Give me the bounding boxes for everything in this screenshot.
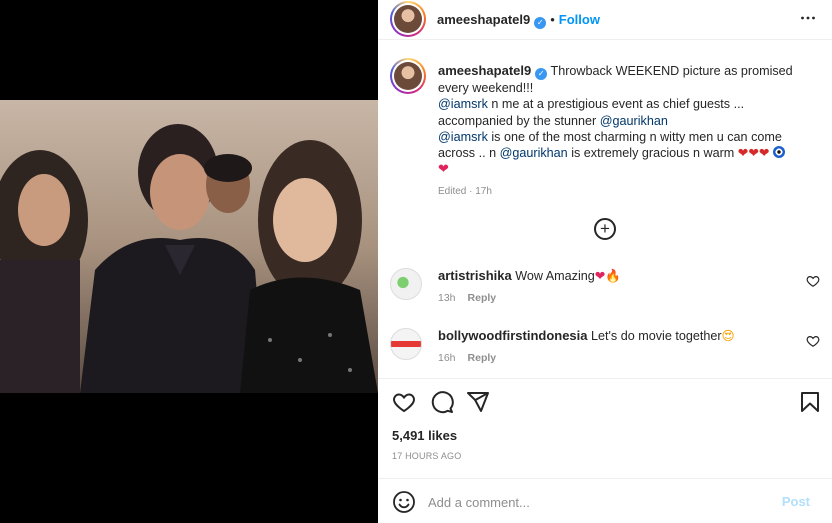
fire-emoji: 🔥: [605, 269, 622, 283]
broken-heart-emoji: ❤: [748, 146, 759, 161]
mention-iamsrk-2[interactable]: @iamsrk: [438, 130, 488, 144]
more-icon[interactable]: [800, 10, 816, 26]
caption-line-3-end: is extremely gracious n warm: [567, 146, 735, 161]
red-heart-emoji: ❤: [438, 161, 449, 177]
caption-username[interactable]: ameeshapatel9: [438, 63, 531, 78]
post-media[interactable]: [0, 0, 378, 523]
mention-iamsrk[interactable]: @iamsrk: [438, 97, 488, 111]
reply-button[interactable]: Reply: [468, 292, 497, 304]
broken-heart-emoji: ❤: [758, 146, 770, 161]
divider: [378, 378, 832, 379]
comment-input[interactable]: [428, 492, 768, 512]
emoji-icon[interactable]: [392, 490, 416, 514]
header-meta: ameeshapatel9 ✓ • Follow: [437, 12, 600, 29]
verified-icon: ✓: [534, 17, 547, 29]
heart-icon[interactable]: [806, 274, 820, 288]
smiling-emoji: 😍: [721, 329, 735, 343]
reply-button[interactable]: Reply: [468, 352, 497, 364]
mention-gaurikhan[interactable]: @gaurikhan: [600, 114, 668, 128]
bookmark-icon[interactable]: [798, 390, 822, 414]
likes-count[interactable]: 5,491 likes: [392, 428, 457, 443]
mention-gaurikhan-2[interactable]: @gaurikhan: [500, 146, 568, 160]
author-avatar[interactable]: [390, 1, 426, 37]
post-time: 17 HOURS AGO: [392, 451, 462, 461]
broken-heart-emoji: ❤: [737, 146, 749, 161]
heart-emoji: ❤: [594, 269, 606, 283]
post-photo: [0, 100, 378, 393]
separator-dot: •: [550, 12, 555, 27]
comment-composer: Post: [378, 478, 832, 523]
commenter-username[interactable]: bollywoodfirstindonesia: [438, 328, 588, 343]
comment-time: 13h: [438, 292, 456, 304]
commenter-username[interactable]: artistrishika: [438, 268, 512, 283]
commenter-avatar[interactable]: [390, 268, 422, 300]
heart-icon[interactable]: [392, 390, 416, 414]
post-button[interactable]: Post: [782, 494, 810, 509]
heart-icon[interactable]: [806, 334, 820, 348]
post-details-panel: ameeshapatel9 ✓ • Follow ameeshapatel9 ✓ Thr…: [378, 0, 832, 523]
action-bar: [392, 390, 822, 416]
comment-icon[interactable]: [430, 390, 454, 414]
edited-timestamp: Edited · 17h: [438, 185, 492, 197]
share-icon[interactable]: [466, 390, 490, 414]
comment-time: 16h: [438, 352, 456, 364]
nazar-emoji: [772, 146, 785, 159]
caption-avatar[interactable]: [390, 58, 426, 94]
comment-text: Wow Amazing: [515, 269, 595, 283]
plus-circle-icon[interactable]: +: [594, 218, 616, 240]
author-username[interactable]: ameeshapatel9: [437, 12, 530, 27]
post-header: ameeshapatel9 ✓ • Follow: [378, 0, 832, 40]
follow-button[interactable]: Follow: [559, 12, 600, 27]
verified-icon: ✓: [535, 68, 548, 80]
comment-text: Let's do movie together: [591, 329, 722, 343]
caption: ameeshapatel9 ✓ Throwback WEEKEND picture…: [438, 63, 804, 200]
commenter-avatar[interactable]: [390, 328, 422, 360]
instagram-post-view: ameeshapatel9 ✓ • Follow ameeshapatel9 ✓ Thr…: [0, 0, 832, 523]
